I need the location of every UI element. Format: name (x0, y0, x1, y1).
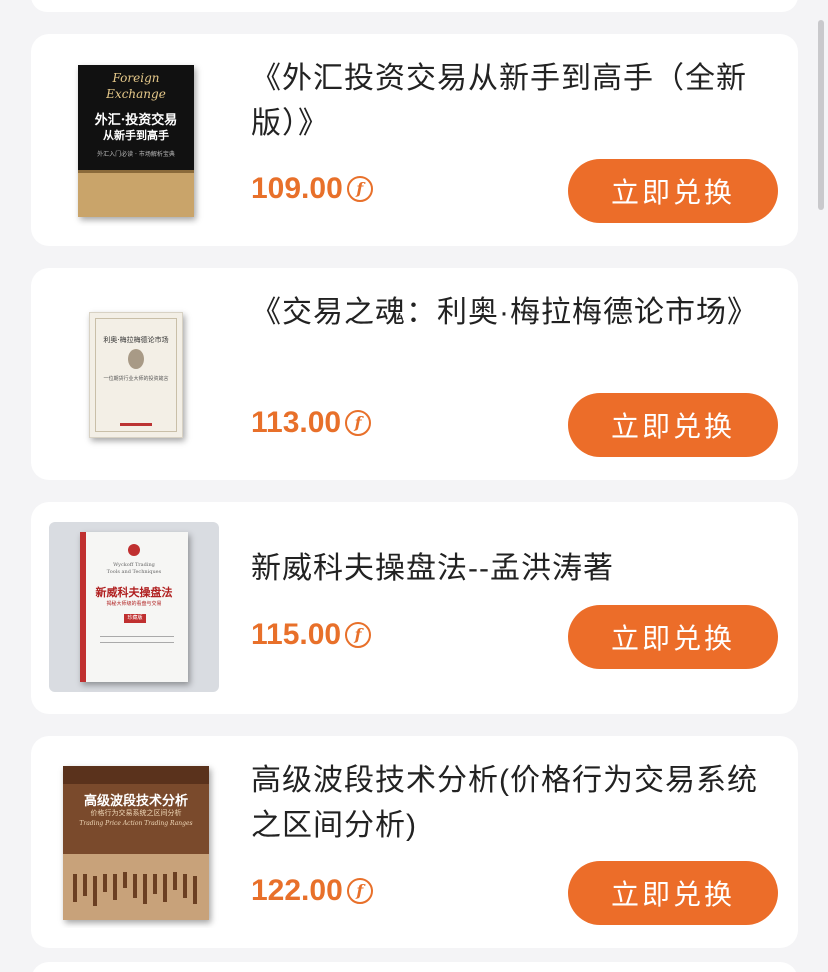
cover-cn-sub: 揭秘大师级的看盘与交易 (106, 601, 162, 607)
coin-currency-icon: f (346, 878, 373, 904)
redeem-button[interactable]: 立即兑换 (568, 159, 778, 223)
redeem-button[interactable]: 立即兑换 (568, 605, 778, 669)
product-card-partial-bottom (31, 962, 798, 972)
product-price: 113.00 f (251, 406, 372, 440)
coin-currency-icon: f (345, 622, 372, 648)
product-price: 122.00 f (251, 874, 373, 908)
cover-en-line1: Foreign (112, 71, 160, 85)
coin-currency-icon: f (345, 410, 372, 436)
price-value: 113.00 (251, 406, 342, 439)
product-card[interactable]: Wyckoff Trading Tools and Techniques 新威科… (31, 502, 798, 714)
book-cover-image[interactable]: 利奥·梅拉梅德论市场 一位期货行业大师的投资箴言 (51, 290, 221, 460)
cover-cn-title: 新威科夫操盘法 (95, 586, 173, 599)
product-price: 109.00 f (251, 172, 373, 206)
book-cover-image[interactable]: Foreign Exchange 外汇·投资交易 从新手到高手 外汇入门必读 ·… (51, 56, 221, 226)
cover-en-line2: Tools and Techniques (106, 569, 162, 575)
product-list-page: Foreign Exchange 外汇·投资交易 从新手到高手 外汇入门必读 ·… (0, 0, 828, 972)
cover-en-line1: Wyckoff Trading (113, 562, 155, 568)
product-title[interactable]: 高级波段技术分析(价格行为交易系统之区间分析) (251, 758, 760, 848)
cover-en-line1: Trading Price Action Trading Ranges (79, 820, 193, 827)
product-card[interactable]: 利奥·梅拉梅德论市场 一位期货行业大师的投资箴言 《交易之魂：利奥·梅拉梅德论市… (31, 268, 798, 480)
cover-badge: 珍藏版 (124, 614, 146, 623)
cover-cn-title: 外汇·投资交易 (94, 113, 178, 128)
product-card-partial-top (31, 0, 798, 12)
redeem-button[interactable]: 立即兑换 (568, 861, 778, 925)
product-card[interactable]: Foreign Exchange 外汇·投资交易 从新手到高手 外汇入门必读 ·… (31, 34, 798, 246)
cover-cn-title: 利奥·梅拉梅德论市场 (103, 336, 169, 344)
book-cover-art: Foreign Exchange 外汇·投资交易 从新手到高手 外汇入门必读 ·… (78, 65, 194, 217)
price-value: 122.00 (251, 874, 343, 907)
cover-en-line2: Exchange (106, 87, 166, 101)
redeem-button[interactable]: 立即兑换 (568, 393, 778, 457)
cover-cn-sub: 从新手到高手 (103, 129, 169, 142)
cover-cn-title: 高级波段技术分析 (83, 794, 188, 809)
product-title[interactable]: 《交易之魂：利奥·梅拉梅德论市场》 (251, 290, 760, 335)
book-cover-art: 利奥·梅拉梅德论市场 一位期货行业大师的投资箴言 (89, 312, 183, 438)
price-value: 115.00 (251, 618, 342, 651)
product-price: 115.00 f (251, 618, 372, 652)
book-cover-image[interactable]: Wyckoff Trading Tools and Techniques 新威科… (49, 522, 219, 692)
scrollbar-thumb[interactable] (818, 20, 824, 210)
product-title[interactable]: 新威科夫操盘法--孟洪涛著 (251, 546, 760, 591)
cover-cn-sub: 一位期货行业大师的投资箴言 (103, 376, 169, 382)
book-cover-art: Wyckoff Trading Tools and Techniques 新威科… (80, 532, 188, 682)
product-card[interactable]: 高级波段技术分析 价格行为交易系统之区间分析 Trading Price Act… (31, 736, 798, 948)
product-title[interactable]: 《外汇投资交易从新手到高手（全新版）》 (251, 56, 760, 146)
book-cover-image[interactable]: 高级波段技术分析 价格行为交易系统之区间分析 Trading Price Act… (51, 758, 221, 928)
coin-currency-icon: f (346, 176, 373, 202)
book-cover-art: 高级波段技术分析 价格行为交易系统之区间分析 Trading Price Act… (63, 766, 209, 920)
price-value: 109.00 (251, 172, 343, 205)
cover-slogan: 外汇入门必读 · 市场解析宝典 (97, 151, 175, 158)
cover-cn-sub: 价格行为交易系统之区间分析 (90, 809, 182, 817)
